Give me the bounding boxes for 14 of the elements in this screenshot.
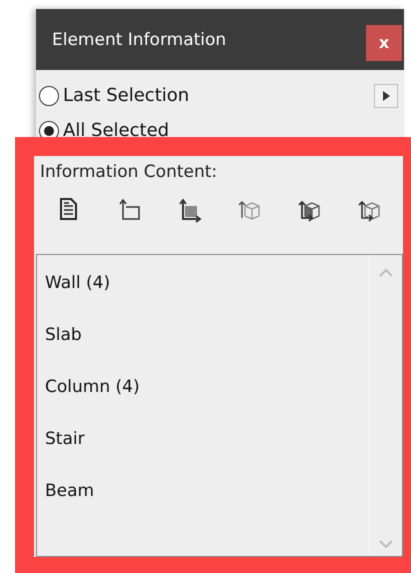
list-item[interactable]: Stair bbox=[37, 425, 369, 477]
section-label: Information Content: bbox=[39, 161, 218, 182]
list-item[interactable]: Slab bbox=[37, 321, 369, 373]
expand-button[interactable] bbox=[374, 84, 398, 108]
radio-button[interactable] bbox=[39, 120, 59, 137]
radio-label: Last Selection bbox=[63, 85, 190, 106]
triangle-icon[interactable] bbox=[381, 90, 391, 102]
list-item[interactable]: Column (4) bbox=[37, 373, 369, 425]
list-item[interactable]: Wall (4) bbox=[37, 269, 369, 321]
list-item[interactable]: Beam bbox=[37, 477, 369, 529]
close-button[interactable]: x bbox=[366, 24, 402, 60]
radio-button[interactable] bbox=[39, 86, 59, 106]
radio-label: All Selected bbox=[63, 120, 170, 137]
window-title: Element Information bbox=[52, 30, 226, 50]
